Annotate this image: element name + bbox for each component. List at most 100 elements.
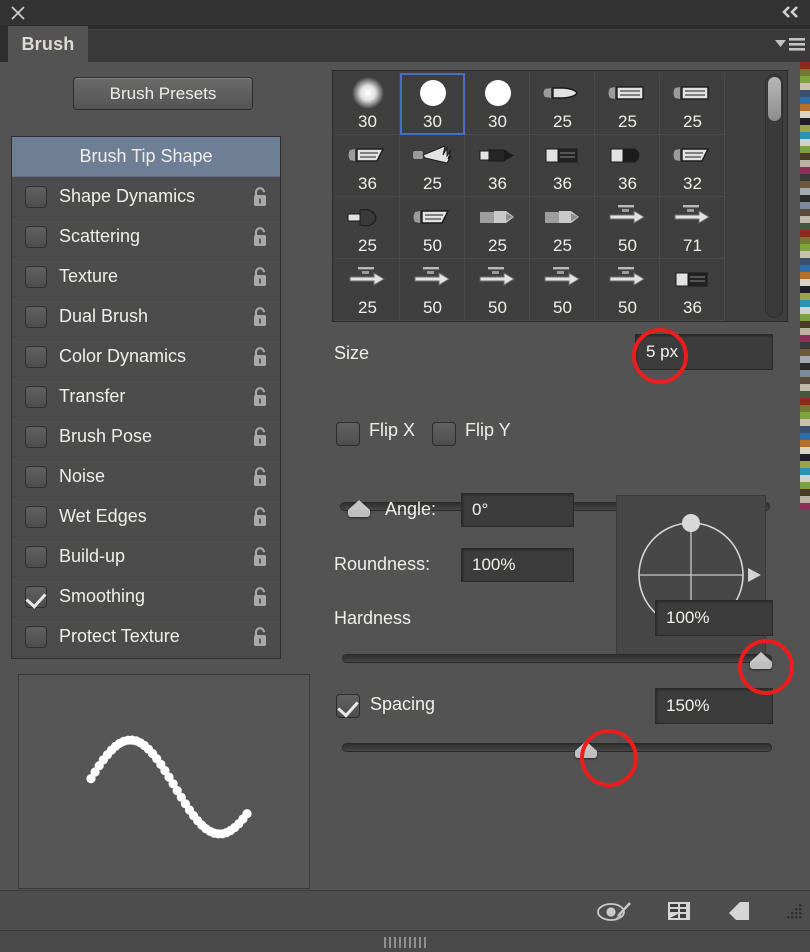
sidebar-checkbox[interactable] bbox=[25, 386, 47, 408]
lock-open-icon[interactable] bbox=[250, 506, 270, 528]
spacing-checkbox[interactable] bbox=[336, 694, 360, 718]
brush-preset-cell[interactable]: 36 bbox=[660, 259, 725, 321]
swatch-chip bbox=[800, 314, 810, 321]
brush-preset-cell[interactable]: 25 bbox=[660, 73, 725, 135]
brush-preset-cell[interactable]: 32 bbox=[660, 135, 725, 197]
resize-grip-icon[interactable] bbox=[786, 903, 804, 924]
brush-preset-cell[interactable]: 36 bbox=[595, 135, 660, 197]
brush-options-list[interactable]: Brush Tip ShapeShape DynamicsScatteringT… bbox=[11, 136, 281, 659]
sidebar-checkbox[interactable] bbox=[25, 626, 47, 648]
sidebar-item-wet-edges[interactable]: Wet Edges bbox=[12, 497, 280, 537]
brush-preset-cell[interactable]: 25 bbox=[335, 259, 400, 321]
swatch-chip bbox=[800, 503, 810, 510]
sidebar-checkbox[interactable] bbox=[25, 586, 47, 608]
lock-open-icon[interactable] bbox=[250, 386, 270, 408]
close-x-icon[interactable] bbox=[10, 5, 26, 21]
brush-preset-cell[interactable]: 36 bbox=[465, 135, 530, 197]
lock-open-icon[interactable] bbox=[250, 586, 270, 608]
swatch-chip bbox=[800, 104, 810, 111]
brush-preset-cell[interactable]: 30 bbox=[400, 73, 465, 135]
brush-preset-cell[interactable]: 50 bbox=[400, 259, 465, 321]
double-chevron-left-icon[interactable] bbox=[780, 4, 802, 20]
brush-preset-cell[interactable]: 36 bbox=[335, 135, 400, 197]
lock-open-icon[interactable] bbox=[250, 306, 270, 328]
hardness-slider[interactable] bbox=[342, 651, 772, 665]
lock-open-icon[interactable] bbox=[250, 266, 270, 288]
swatch-chip bbox=[800, 83, 810, 90]
brush-preset-cell[interactable]: 30 bbox=[465, 73, 530, 135]
panel-resize-strip[interactable] bbox=[0, 930, 810, 952]
brush-preset-cell[interactable]: 50 bbox=[530, 259, 595, 321]
brush-preset-cell[interactable]: 71 bbox=[660, 197, 725, 259]
panel-menu-icon[interactable] bbox=[775, 36, 805, 53]
lock-open-icon[interactable] bbox=[250, 226, 270, 248]
new-brush-preset-icon[interactable] bbox=[726, 899, 752, 928]
size-slider-knob[interactable] bbox=[348, 500, 370, 510]
brush-preset-cell[interactable]: 30 bbox=[335, 73, 400, 135]
lock-open-icon[interactable] bbox=[250, 186, 270, 208]
lock-open-icon[interactable] bbox=[250, 546, 270, 568]
sidebar-checkbox[interactable] bbox=[25, 506, 47, 528]
brush-preset-cell[interactable]: 25 bbox=[530, 197, 595, 259]
brush-grid-scrollbar[interactable] bbox=[765, 74, 783, 318]
brush-preset-grid[interactable]: 3030302525253625363636322550252550712550… bbox=[332, 70, 788, 322]
size-input[interactable]: 5 px bbox=[635, 334, 773, 370]
sidebar-item-transfer[interactable]: Transfer bbox=[12, 377, 280, 417]
brush-presets-panel-icon[interactable] bbox=[666, 899, 692, 928]
sidebar-item-brush-pose[interactable]: Brush Pose bbox=[12, 417, 280, 457]
angle-input[interactable]: 0° bbox=[461, 493, 574, 527]
brush-preset-cell[interactable]: 25 bbox=[465, 197, 530, 259]
sidebar-item-brush-tip-shape[interactable]: Brush Tip Shape bbox=[12, 137, 280, 177]
spacing-slider-knob[interactable] bbox=[575, 741, 597, 751]
pencil-brush-icon bbox=[465, 261, 530, 297]
swatch-chip bbox=[800, 146, 810, 153]
lock-open-icon[interactable] bbox=[250, 426, 270, 448]
toggle-live-tip-preview-icon[interactable] bbox=[596, 899, 636, 928]
brush-preset-cell[interactable]: 36 bbox=[530, 135, 595, 197]
lock-open-icon[interactable] bbox=[250, 626, 270, 648]
brush-preset-cell[interactable]: 25 bbox=[530, 73, 595, 135]
sidebar-checkbox[interactable] bbox=[25, 546, 47, 568]
sidebar-checkbox[interactable] bbox=[25, 266, 47, 288]
sidebar-checkbox[interactable] bbox=[25, 306, 47, 328]
sidebar-checkbox[interactable] bbox=[25, 426, 47, 448]
flip-y-checkbox[interactable] bbox=[432, 422, 456, 446]
sidebar-item-build-up[interactable]: Build-up bbox=[12, 537, 280, 577]
sidebar-checkbox[interactable] bbox=[25, 226, 47, 248]
sidebar-item-protect-texture[interactable]: Protect Texture bbox=[12, 617, 280, 657]
brush-preset-cell[interactable]: 50 bbox=[465, 259, 530, 321]
lock-open-icon[interactable] bbox=[250, 466, 270, 488]
sidebar-item-color-dynamics[interactable]: Color Dynamics bbox=[12, 337, 280, 377]
sidebar-checkbox[interactable] bbox=[25, 186, 47, 208]
hardness-input[interactable]: 100% bbox=[655, 600, 773, 636]
swatch-chip bbox=[800, 475, 810, 482]
hardness-slider-knob[interactable] bbox=[750, 652, 772, 662]
brush-preset-cell[interactable]: 50 bbox=[595, 259, 660, 321]
lock-open-icon[interactable] bbox=[250, 346, 270, 368]
brush-presets-button[interactable]: Brush Presets bbox=[73, 77, 253, 110]
spacing-input[interactable]: 150% bbox=[655, 688, 773, 724]
sidebar-checkbox[interactable] bbox=[25, 466, 47, 488]
flip-x-checkbox[interactable] bbox=[336, 422, 360, 446]
brush-preset-cell[interactable]: 25 bbox=[595, 73, 660, 135]
sidebar-item-smoothing[interactable]: Smoothing bbox=[12, 577, 280, 617]
brush-preset-cell[interactable]: 50 bbox=[400, 197, 465, 259]
roundness-input[interactable]: 100% bbox=[461, 548, 574, 582]
swatch-chip bbox=[800, 181, 810, 188]
sidebar-item-shape-dynamics[interactable]: Shape Dynamics bbox=[12, 177, 280, 217]
brush-preset-cell[interactable]: 50 bbox=[595, 197, 660, 259]
sidebar-item-scattering[interactable]: Scattering bbox=[12, 217, 280, 257]
spacing-slider[interactable] bbox=[342, 740, 772, 754]
brush-preset-cell[interactable]: 25 bbox=[400, 135, 465, 197]
sidebar-checkbox[interactable] bbox=[25, 346, 47, 368]
tab-brush[interactable]: Brush bbox=[8, 26, 88, 62]
sidebar-item-texture[interactable]: Texture bbox=[12, 257, 280, 297]
sidebar-item-noise[interactable]: Noise bbox=[12, 457, 280, 497]
swatch-chip bbox=[800, 265, 810, 272]
brush-preset-size: 30 bbox=[335, 112, 400, 132]
brush-preset-cell[interactable]: 25 bbox=[335, 197, 400, 259]
spatter-brush-icon bbox=[335, 199, 400, 235]
drag-grip-handle[interactable] bbox=[384, 937, 426, 948]
sidebar-item-dual-brush[interactable]: Dual Brush bbox=[12, 297, 280, 337]
brush-grid-scroll-thumb[interactable] bbox=[768, 77, 781, 121]
